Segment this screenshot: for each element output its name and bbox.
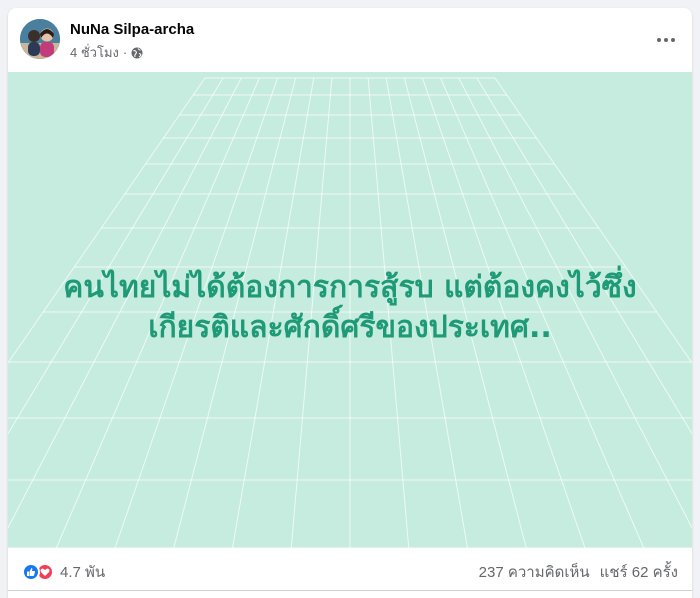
reaction-count: 4.7 พัน <box>60 564 106 581</box>
post-time[interactable]: 4 ชั่วโมง <box>70 42 119 63</box>
post-text: คนไทยไม่ได้ต้องการการสู้รบ แต่ต้องคงไว้ซ… <box>8 268 692 348</box>
post-card: NuNa Silpa-archa 4 ชั่วโมง · คนไทยไม่ได้… <box>8 8 692 598</box>
post-banner: คนไทยไม่ได้ต้องการการสู้รบ แต่ต้องคงไว้ซ… <box>8 72 692 548</box>
like-icon <box>22 563 40 581</box>
post-text-line-2: เกียรติและศักดิ์ศรีของประเทศ.. <box>148 310 552 345</box>
post-header: NuNa Silpa-archa 4 ชั่วโมง · <box>8 8 692 72</box>
avatar[interactable] <box>20 19 60 59</box>
post-stats: 237 ความคิดเห็น แชร์ 62 ครั้ง <box>479 560 678 584</box>
post-footer: 4.7 พัน 237 ความคิดเห็น แชร์ 62 ครั้ง <box>8 548 692 591</box>
meta-separator: · <box>122 45 128 60</box>
share-count[interactable]: แชร์ 62 ครั้ง <box>600 560 678 584</box>
reactions-summary[interactable]: 4.7 พัน <box>22 560 105 584</box>
globe-icon <box>131 47 143 59</box>
post-text-line-1: คนไทยไม่ได้ต้องการการสู้รบ แต่ต้องคงไว้ซ… <box>63 270 637 305</box>
more-options-icon[interactable] <box>652 26 680 54</box>
comment-count[interactable]: 237 ความคิดเห็น <box>479 560 590 584</box>
post-meta: 4 ชั่วโมง · <box>70 42 143 63</box>
author-name[interactable]: NuNa Silpa-archa <box>70 21 194 38</box>
